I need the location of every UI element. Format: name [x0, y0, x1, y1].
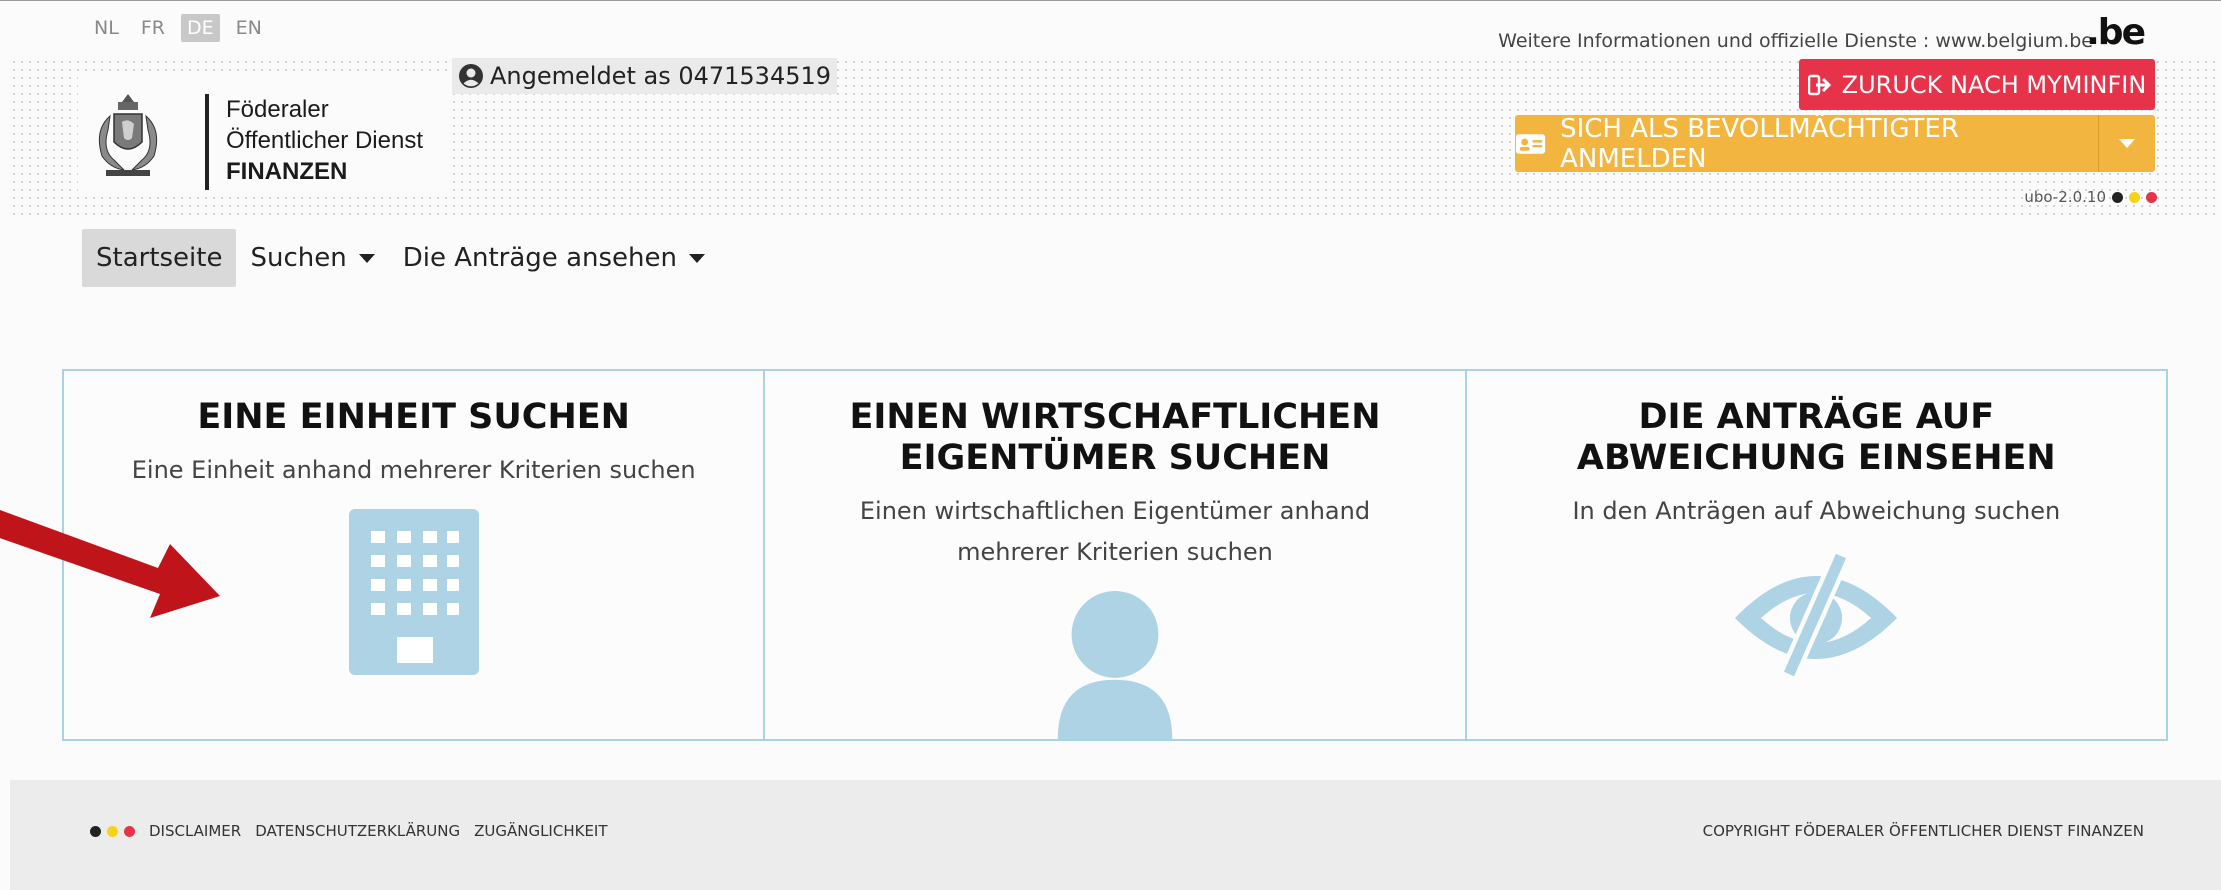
- user-circle-icon: [459, 64, 483, 88]
- logo-text: Föderaler Öffentlicher Dienst FINANZEN: [226, 94, 423, 187]
- flag-black-dot: [90, 825, 101, 837]
- caret-down-icon: [2119, 139, 2135, 148]
- card-description: Eine Einheit anhand mehrerer Kriterien s…: [131, 456, 696, 484]
- flag-red-dot: [124, 825, 135, 837]
- card-search-owner[interactable]: EINEN WIRTSCHAFTLICHEN EIGENTÜMER SUCHEN…: [765, 371, 1467, 739]
- version-indicator: ubo-2.0.10: [2024, 188, 2157, 206]
- footer-links: DISCLAIMER DATENSCHUTZERKLÄRUNG ZUGÄNGLI…: [90, 822, 608, 840]
- proxy-login-button[interactable]: SICH ALS BEVOLLMÄCHTIGTER ANMELDEN: [1515, 113, 2155, 174]
- belgian-crest-icon: [98, 94, 158, 176]
- back-button-label: ZURUCK NACH MYMINFIN: [1841, 70, 2147, 99]
- logo-line-3: FINANZEN: [226, 158, 348, 185]
- top-border: [0, 0, 2221, 4]
- nav-suchen[interactable]: Suchen: [236, 229, 388, 287]
- nav-suchen-label: Suchen: [250, 243, 347, 273]
- fod-finance-logo[interactable]: Föderaler Öffentlicher Dienst FINANZEN: [78, 72, 452, 194]
- logo-line-2: Öffentlicher Dienst: [226, 127, 423, 154]
- user-icon: [1057, 591, 1173, 739]
- nav-startseite[interactable]: Startseite: [82, 229, 237, 287]
- action-cards: EINE EINHEIT SUCHEN Eine Einheit anhand …: [62, 369, 2168, 741]
- footer-link-accessibility[interactable]: ZUGÄNGLICHKEIT: [474, 822, 607, 840]
- card-description: In den Anträgen auf Abweichung suchen: [1572, 497, 2061, 525]
- flag-yellow-dot: [2129, 191, 2140, 203]
- nav-antraege[interactable]: Die Anträge ansehen: [389, 229, 719, 287]
- flag-dots: [90, 825, 135, 837]
- flag-black-dot: [2112, 191, 2123, 203]
- caret-down-icon: [358, 253, 375, 263]
- proxy-login-main[interactable]: SICH ALS BEVOLLMÄCHTIGTER ANMELDEN: [1515, 113, 2099, 174]
- language-switcher: NL FR DE EN: [88, 14, 268, 42]
- be-logo[interactable]: .be: [2086, 12, 2146, 53]
- logo-divider: [205, 94, 209, 190]
- version-text: ubo-2.0.10: [2024, 188, 2106, 206]
- lang-nl[interactable]: NL: [88, 14, 125, 42]
- footer-copyright: COPYRIGHT FÖDERALER ÖFFENTLICHER DIENST …: [1702, 822, 2144, 840]
- lang-de[interactable]: DE: [180, 14, 220, 42]
- proxy-login-label: SICH ALS BEVOLLMÄCHTIGTER ANMELDEN: [1560, 113, 1959, 174]
- footer: DISCLAIMER DATENSCHUTZERKLÄRUNG ZUGÄNGLI…: [10, 780, 2221, 890]
- lang-fr[interactable]: FR: [135, 14, 171, 42]
- logged-in-badge: Angemeldet as 0471534519: [452, 58, 838, 94]
- flag-yellow-dot: [107, 825, 118, 837]
- back-to-myminfin-button[interactable]: ZURUCK NACH MYMINFIN: [1799, 59, 2155, 110]
- logged-in-text: Angemeldet as 0471534519: [490, 62, 832, 90]
- proxy-dropdown-toggle[interactable]: [2099, 115, 2155, 172]
- id-card-icon: [1515, 133, 1546, 154]
- card-title: DIE ANTRÄGE AUF ABWEICHUNG EINSEHEN: [1576, 397, 2056, 478]
- main-nav: Startseite Suchen Die Anträge ansehen: [82, 229, 719, 287]
- card-view-requests[interactable]: DIE ANTRÄGE AUF ABWEICHUNG EINSEHEN In d…: [1467, 371, 2166, 739]
- eye-slash-icon: [1735, 551, 1898, 679]
- red-arrow-annotation: [0, 510, 220, 618]
- caret-down-icon: [688, 253, 705, 263]
- nav-antraege-label: Die Anträge ansehen: [402, 243, 677, 273]
- nav-startseite-label: Startseite: [96, 243, 223, 273]
- belgium-info-link[interactable]: Weitere Informationen und offizielle Die…: [1498, 30, 2093, 52]
- footer-link-disclaimer[interactable]: DISCLAIMER: [149, 822, 241, 840]
- lang-en[interactable]: EN: [230, 14, 268, 42]
- sign-out-icon: [1807, 74, 1831, 95]
- card-description: Einen wirtschaftlichen Eigentümer anhand…: [859, 497, 1371, 566]
- footer-link-privacy[interactable]: DATENSCHUTZERKLÄRUNG: [255, 822, 460, 840]
- card-title: EINEN WIRTSCHAFTLICHEN EIGENTÜMER SUCHEN: [849, 397, 1381, 478]
- logo-line-1: Föderaler: [226, 96, 329, 123]
- card-title: EINE EINHEIT SUCHEN: [197, 397, 630, 437]
- building-icon: [348, 509, 479, 675]
- flag-red-dot: [2146, 191, 2157, 203]
